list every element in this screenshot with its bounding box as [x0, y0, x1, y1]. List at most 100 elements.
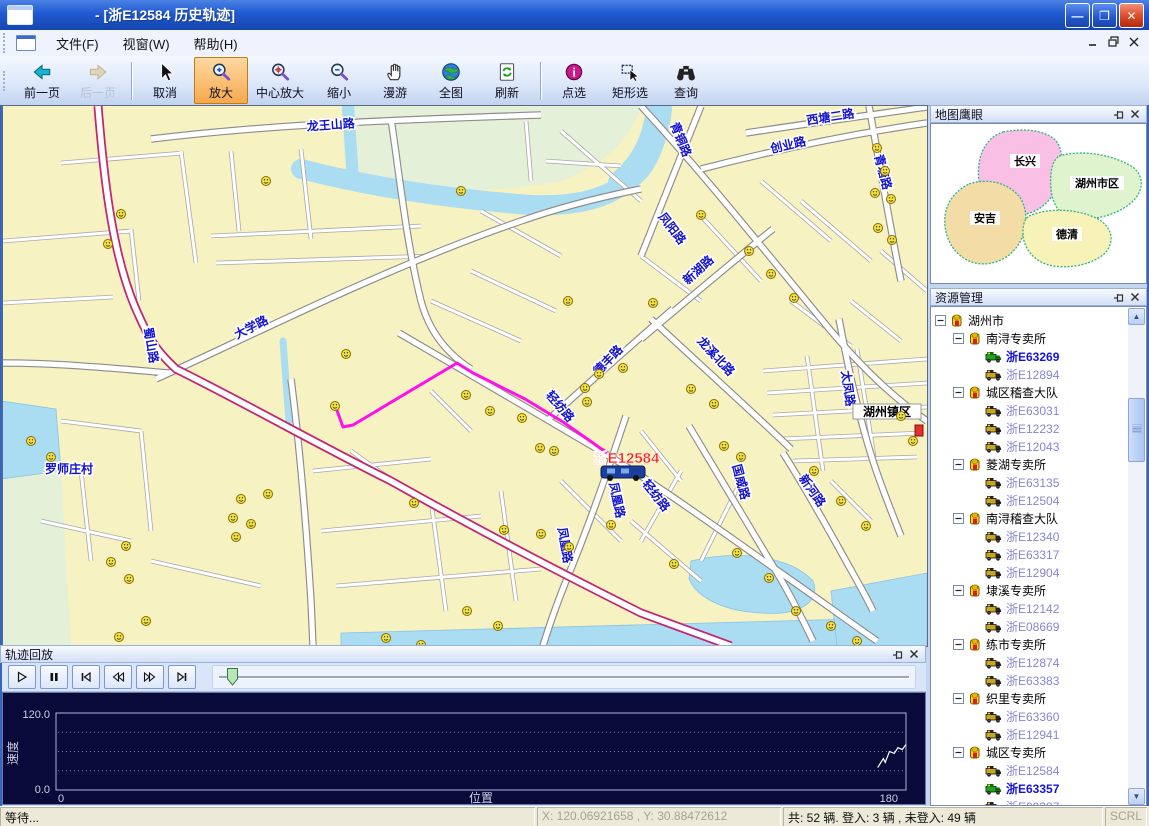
vehicle-marker-icon[interactable] [462, 391, 471, 400]
vehicle-marker-icon[interactable] [792, 607, 801, 616]
vehicle-marker-icon[interactable] [607, 521, 616, 530]
toolbar-button-rect-select[interactable]: 矩形选 [603, 57, 657, 104]
vehicle-marker-icon[interactable] [619, 364, 628, 373]
vehicle-marker-icon[interactable] [767, 270, 776, 279]
vehicle-marker-icon[interactable] [720, 442, 729, 451]
vehicle-marker-icon[interactable] [710, 400, 719, 409]
tree-item-vehicle[interactable]: 浙E63383 [931, 671, 1129, 689]
vehicle-marker-icon[interactable] [331, 402, 340, 411]
vehicle-marker-icon[interactable] [687, 385, 696, 394]
vehicle-marker-icon[interactable] [104, 240, 113, 249]
tree-item-department[interactable]: 菱湖专卖所 [931, 455, 1129, 473]
playback-rewind-button[interactable] [104, 665, 132, 689]
mdi-minimize-icon[interactable] [1088, 37, 1098, 47]
playback-skip-start-button[interactable] [72, 665, 100, 689]
tree-item-vehicle[interactable]: 浙E63360 [931, 707, 1129, 725]
scrollbar-thumb[interactable] [1128, 398, 1145, 462]
tree-expander-icon[interactable] [953, 513, 964, 524]
slider-track[interactable] [219, 676, 909, 678]
playback-slider[interactable] [212, 665, 916, 689]
vehicle-marker-icon[interactable] [500, 526, 509, 535]
tree-item-department[interactable]: 练市专卖所 [931, 635, 1129, 653]
playback-fast-forward-button[interactable] [136, 665, 164, 689]
vehicle-marker-icon[interactable] [382, 634, 391, 643]
tree-item-vehicle[interactable]: 浙E63357 [931, 779, 1129, 797]
tree-item-department[interactable]: 织里专卖所 [931, 689, 1129, 707]
tree-item-vehicle[interactable]: 浙E12232 [931, 419, 1129, 437]
vehicle-marker-icon[interactable] [583, 398, 592, 407]
vehicle-marker-icon[interactable] [697, 211, 706, 220]
vehicle-marker-icon[interactable] [237, 495, 246, 504]
vehicle-marker-icon[interactable] [27, 437, 36, 446]
tree-expander-icon[interactable] [953, 639, 964, 650]
vehicle-marker-icon[interactable] [47, 453, 56, 462]
vehicle-marker-icon[interactable] [827, 622, 836, 631]
map-canvas[interactable]: 龙王山路青铜路西塘二路青塘路创业路凤阳路新湖路大学路蜀山路德丰路龙溪北路轻纺路轻… [2, 105, 928, 647]
vehicle-marker-icon[interactable] [565, 543, 574, 552]
minimize-button[interactable]: — [1065, 3, 1090, 28]
playback-play-button[interactable] [8, 665, 36, 689]
tree-item-city[interactable]: 湖州市 [931, 311, 1129, 329]
tree-item-vehicle[interactable]: 浙E12504 [931, 491, 1129, 509]
toolbar-button-cursor[interactable]: 取消 [138, 57, 192, 104]
scroll-up-icon[interactable]: ▲ [1128, 308, 1145, 325]
mdi-close-icon[interactable] [1129, 37, 1139, 47]
tree-item-vehicle[interactable]: 浙E12340 [931, 527, 1129, 545]
vehicle-marker-icon[interactable] [581, 384, 590, 393]
vehicle-marker-icon[interactable] [810, 467, 819, 476]
tree-expander-icon[interactable] [953, 747, 964, 758]
pin-icon[interactable] [1111, 291, 1125, 304]
vehicle-marker-icon[interactable] [494, 622, 503, 631]
vehicle-marker-icon[interactable] [733, 549, 742, 558]
vehicle-marker-icon[interactable] [518, 414, 527, 423]
toolbar-button-globe[interactable]: 全图 [424, 57, 478, 104]
vehicle-marker-icon[interactable] [649, 299, 658, 308]
tree-expander-icon[interactable] [953, 333, 964, 344]
toolbar-button-hand[interactable]: 漫游 [368, 57, 422, 104]
vehicle-marker-icon[interactable] [537, 530, 546, 539]
vehicle-marker-icon[interactable] [873, 144, 882, 153]
vehicle-marker-icon[interactable] [536, 444, 545, 453]
tree-item-vehicle[interactable]: 浙E63317 [931, 545, 1129, 563]
close-icon[interactable] [907, 648, 921, 661]
vehicle-marker-icon[interactable] [410, 499, 419, 508]
tree-item-vehicle[interactable]: 浙E08669 [931, 617, 1129, 635]
tree-expander-icon[interactable] [953, 585, 964, 596]
vehicle-marker-icon[interactable] [342, 350, 351, 359]
eagle-eye-minimap[interactable]: 长兴湖州市区安吉德清 [930, 123, 1147, 284]
vehicle-marker-icon[interactable] [550, 447, 559, 456]
toolbar-button-zoom-in[interactable]: 放大 [194, 57, 248, 104]
vehicle-marker-icon[interactable] [765, 574, 774, 583]
vehicle-marker-icon[interactable] [122, 542, 131, 551]
toolbar-button-arrow-left[interactable]: 前一页 [15, 57, 69, 104]
pin-icon[interactable] [890, 648, 904, 661]
toolbar-button-refresh[interactable]: 刷新 [480, 57, 534, 104]
vehicle-marker-icon[interactable] [737, 453, 746, 462]
restore-button[interactable]: ❐ [1092, 3, 1117, 28]
tree-expander-icon[interactable] [953, 459, 964, 470]
vehicle-marker-icon[interactable] [871, 189, 880, 198]
tree-scrollbar[interactable]: ▲ ▼ [1128, 308, 1145, 805]
vehicle-marker-icon[interactable] [595, 370, 604, 379]
tree-item-department[interactable]: 城区专卖所 [931, 743, 1129, 761]
menu-item-3[interactable]: 帮助(H) [182, 30, 250, 57]
tree-item-vehicle[interactable]: 浙E12142 [931, 599, 1129, 617]
vehicle-marker-icon[interactable] [881, 167, 890, 176]
vehicle-marker-icon[interactable] [229, 514, 238, 523]
toolbar-button-info-select[interactable]: i点选 [547, 57, 601, 104]
vehicle-marker-icon[interactable] [125, 575, 134, 584]
vehicle-marker-icon[interactable] [862, 522, 871, 531]
vehicle-marker-icon[interactable] [837, 497, 846, 506]
menu-item-1[interactable]: 文件(F) [44, 30, 111, 57]
mdi-child-icon[interactable] [16, 35, 36, 51]
tree-item-vehicle[interactable]: 浙E12941 [931, 725, 1129, 743]
tree-item-vehicle[interactable]: 浙E12874 [931, 653, 1129, 671]
menubar-grip[interactable] [3, 33, 11, 53]
mdi-restore-icon[interactable] [1108, 36, 1119, 47]
vehicle-marker-icon[interactable] [874, 224, 883, 233]
vehicle-marker-icon[interactable] [142, 617, 151, 626]
vehicle-marker-icon[interactable] [909, 437, 918, 446]
close-icon[interactable] [1128, 108, 1142, 121]
vehicle-marker-icon[interactable] [264, 490, 273, 499]
vehicle-marker-icon[interactable] [486, 407, 495, 416]
